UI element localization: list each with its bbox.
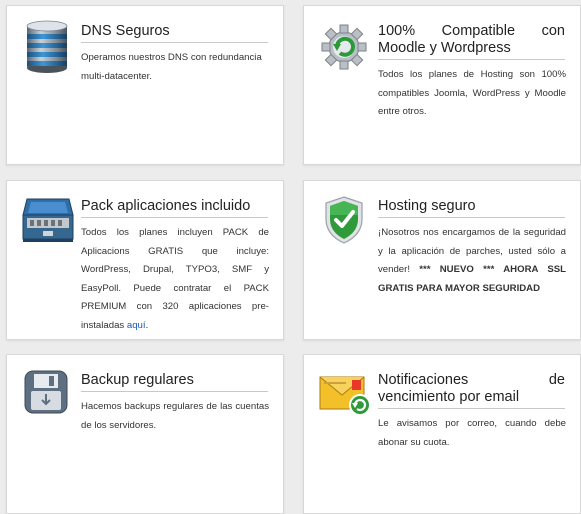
floppy-disk-icon — [24, 370, 68, 414]
card-title: Backup regulares — [81, 372, 268, 392]
card-description: Todos los planes de Hosting son 100% com… — [378, 69, 566, 117]
database-icon — [26, 20, 68, 73]
card-title: Hosting seguro — [378, 198, 565, 218]
card-title: DNS Seguros — [81, 23, 268, 43]
feature-card-notificaciones: Notificaciones de vencimiento por email … — [303, 354, 581, 514]
feature-card-compatible: 100% Compatible con Moodle y Wordpress T… — [303, 5, 581, 165]
shield-check-icon — [325, 196, 363, 244]
card-description: Operamos nuestros DNS con redundancia mu… — [81, 52, 262, 82]
card-description: Le avisamos por correo, cuando debe abon… — [378, 418, 566, 448]
envelope-refresh-icon — [319, 376, 371, 416]
feature-card-backup: Backup regulares Hacemos backups regular… — [6, 354, 284, 514]
aqui-link[interactable]: aquí — [127, 320, 146, 331]
card-description: Todos los planes incluyen PACK de Aplica… — [81, 227, 269, 331]
feature-card-pack: Pack aplicaciones incluido Todos los pla… — [6, 180, 284, 340]
card-description: ¡Nosotros nos encargamos de la seguridad… — [378, 227, 566, 294]
card-title: Notificaciones de vencimiento por email — [378, 372, 565, 409]
toolbox-icon — [22, 198, 74, 242]
card-title: Pack aplicaciones incluido — [81, 198, 268, 218]
feature-card-hosting-seguro: Hosting seguro ¡Nosotros nos encargamos … — [303, 180, 581, 340]
card-title: 100% Compatible con Moodle y Wordpress — [378, 23, 565, 60]
card-description: Hacemos backups regulares de las cuentas… — [81, 401, 269, 431]
feature-card-dns: DNS Seguros Operamos nuestros DNS con re… — [6, 5, 284, 165]
card-description-text: Todos los planes incluyen PACK de Aplica… — [81, 227, 269, 331]
gear-refresh-icon — [321, 24, 367, 70]
